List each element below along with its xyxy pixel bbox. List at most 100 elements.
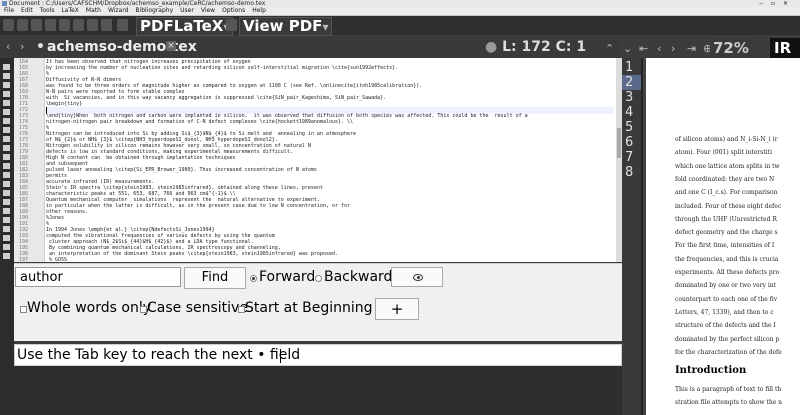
menu-item-math[interactable]: Math: [86, 7, 101, 15]
pdf-text-line: of silicon atoms) and N_i-Si-N_i (r: [675, 136, 778, 143]
tikz-icon[interactable]: [3, 181, 10, 187]
symbols-icon[interactable]: [3, 82, 10, 88]
misc-math-icon[interactable]: [3, 136, 10, 142]
start-at-beginning-checkbox[interactable]: [238, 306, 245, 313]
menu-item-view[interactable]: View: [201, 7, 215, 15]
prev-page-icon[interactable]: ‹: [657, 42, 661, 55]
structure-item[interactable]: 7: [622, 150, 641, 165]
pdf-text-line: atom). Four (001) split interstiti: [675, 149, 773, 157]
new-file-icon[interactable]: [3, 19, 14, 31]
asymptote-icon[interactable]: [3, 190, 10, 196]
menu-item-edit[interactable]: Edit: [21, 7, 33, 15]
eye-icon: [413, 274, 423, 281]
bookmarks-icon[interactable]: [3, 73, 10, 79]
greek-icon[interactable]: [3, 91, 10, 97]
menu-item-bibliography[interactable]: Bibliography: [135, 7, 173, 15]
whole-words-checkbox[interactable]: [20, 306, 27, 313]
pstricks-icon[interactable]: [3, 163, 10, 169]
backward-radio[interactable]: [315, 275, 322, 282]
pdf-text-line: which one lattice atom splits in tw: [675, 162, 780, 170]
start-at-beginning-label[interactable]: Start at Beginning: [245, 299, 373, 317]
tab-scroll-left-icon[interactable]: ‹: [6, 40, 10, 53]
menu-item-help[interactable]: Help: [252, 7, 266, 15]
favorites-icon[interactable]: [3, 154, 10, 160]
first-page-icon[interactable]: ⇤: [639, 42, 648, 55]
search-input[interactable]: author: [15, 267, 181, 287]
structure-icon[interactable]: [3, 244, 10, 250]
pdf-preview[interactable]: of silicon atoms) and N_i-Si-N_i (r atom)…: [643, 58, 800, 415]
find-button[interactable]: Find: [184, 267, 246, 289]
text-caret: [280, 349, 281, 363]
open-file-icon[interactable]: [17, 19, 28, 31]
window-title: Document : C:/Users/CAFSCHM/Dropbox/ache…: [9, 0, 266, 7]
user-icon[interactable]: [3, 199, 10, 205]
menu-item-file[interactable]: File: [4, 7, 14, 15]
view-run-icon[interactable]: [226, 19, 237, 31]
forward-radio[interactable]: [250, 275, 257, 282]
next-page-icon[interactable]: ›: [671, 42, 675, 55]
case-sensitive-checkbox[interactable]: [140, 306, 147, 313]
relations-icon[interactable]: [3, 109, 10, 115]
pdf-text-line: counterpart to each one of the fiv: [675, 295, 778, 303]
view-pdf-button[interactable]: View PDF▾: [239, 17, 333, 36]
add-button[interactable]: +: [375, 298, 419, 320]
cut-icon[interactable]: [73, 19, 84, 31]
save-icon[interactable]: [31, 19, 42, 31]
menu-item-wizard[interactable]: Wizard: [108, 7, 128, 15]
line-number: 197: [18, 257, 28, 262]
play-icon[interactable]: [117, 19, 128, 31]
redo-icon[interactable]: [59, 19, 70, 31]
structure-item[interactable]: 3: [622, 90, 641, 105]
backward-label[interactable]: Backward: [324, 268, 392, 286]
log-icon[interactable]: [3, 208, 10, 214]
forward-label[interactable]: Forward: [259, 268, 315, 286]
chevron-down-icon[interactable]: ▾: [322, 20, 328, 34]
pdf-view-mode[interactable]: IR: [770, 38, 800, 58]
chevron-down-icon[interactable]: ⌄: [623, 42, 632, 55]
menu-item-options[interactable]: Options: [222, 7, 245, 15]
structure-item[interactable]: 2: [622, 75, 641, 90]
close-tab-icon[interactable]: ×: [166, 41, 176, 51]
message-bar[interactable]: Use the Tab key to reach the next • fiel…: [14, 344, 622, 366]
case-sensitive-label[interactable]: Case sensitive: [147, 299, 248, 317]
pdf-text-line: stration file attempts to show the n: [675, 399, 783, 406]
window-controls[interactable]: ‒▫✕: [759, 0, 796, 7]
scrollbar-thumb[interactable]: [617, 128, 621, 158]
operators-icon[interactable]: [3, 118, 10, 124]
structure-item[interactable]: 8: [622, 165, 641, 180]
structure-icon[interactable]: [3, 64, 10, 70]
search-options-button[interactable]: [391, 267, 443, 287]
menu-item-tools[interactable]: Tools: [40, 7, 55, 15]
delimiters-icon[interactable]: [3, 127, 10, 133]
chevron-up-icon[interactable]: ⌃: [605, 42, 614, 55]
tab-scroll-right-icon[interactable]: ›: [20, 40, 24, 53]
messages-icon[interactable]: [3, 217, 10, 223]
pdf-section-heading: Introduction: [675, 365, 747, 376]
arrows-icon[interactable]: [3, 100, 10, 106]
bookmarks-icon[interactable]: [3, 253, 10, 259]
cyrillic-icon[interactable]: [3, 145, 10, 151]
structure-item[interactable]: 5: [622, 120, 641, 135]
window-title-bar: Document : C:/Users/CAFSCHM/Dropbox/ache…: [0, 0, 800, 7]
pdf-text-line: Letters, 47, 1339), and then to c: [675, 308, 774, 316]
whole-words-label[interactable]: Whole words only: [27, 299, 151, 317]
zoom-level[interactable]: 72%: [710, 38, 752, 58]
metapost-icon[interactable]: [3, 172, 10, 178]
last-page-icon[interactable]: ⇥: [687, 42, 696, 55]
copy-icon[interactable]: [87, 19, 98, 31]
compile-label: PDFLaTeX: [140, 17, 224, 35]
structure-item[interactable]: 1: [622, 60, 641, 75]
structure-item[interactable]: 6: [622, 135, 641, 150]
undo-icon[interactable]: [45, 19, 56, 31]
compile-button[interactable]: PDFLaTeX▾: [136, 17, 234, 36]
app-icon: [2, 1, 7, 6]
structure-item[interactable]: 4: [622, 105, 641, 120]
pdf-text-line: dominated by one or two very int: [675, 282, 777, 290]
preview-icon[interactable]: [3, 235, 10, 241]
paste-icon[interactable]: [101, 19, 112, 31]
find-icon[interactable]: [3, 226, 10, 232]
menu-item-user[interactable]: User: [180, 7, 194, 15]
code-line[interactable]: % GOSS: [46, 257, 614, 262]
code-editor[interactable]: 164 165 166 167 168 169 170 171 172 173 174 175 176 1…: [14, 58, 622, 262]
menu-item-latex[interactable]: LaTeX: [61, 7, 78, 15]
